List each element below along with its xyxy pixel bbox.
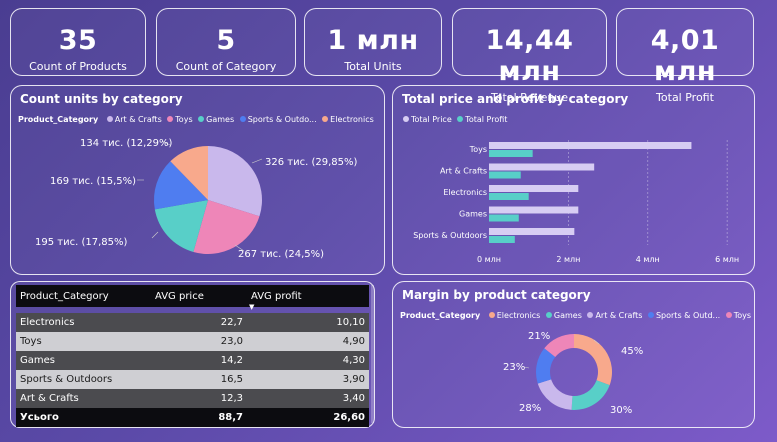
kpi-units: 1 млн Total Units: [304, 8, 442, 76]
cell-avg-price: 16,5: [220, 374, 243, 385]
kpi-profit: 4,01 млн Total Profit: [616, 8, 754, 104]
cell-avg-profit: 4,30: [342, 355, 365, 366]
kpi-value: 4,01 млн: [650, 25, 720, 87]
column-header-category[interactable]: Product_Category: [16, 291, 151, 302]
pie-data-label: 195 тис. (17,85%): [35, 237, 127, 248]
cell-avg-price: 14,2: [220, 355, 243, 366]
cell-category: Electronics: [20, 317, 75, 328]
bar-total-profit[interactable]: [489, 236, 515, 243]
cell-category: Toys: [20, 336, 42, 347]
kpi-label: Total Units: [344, 60, 402, 73]
kpi-value: 14,44 млн: [485, 25, 574, 87]
cell-avg-price: 23,0: [220, 336, 243, 347]
kpi-products: 35 Count of Products: [10, 8, 146, 76]
cell-avg-price: 22,7: [220, 317, 243, 328]
kpi-value: 1 млн: [327, 25, 419, 56]
x-tick-label: 6 млн: [715, 255, 739, 264]
donut-data-label: 30%: [610, 405, 632, 416]
y-category-label: Sports & Outdoors: [413, 231, 487, 240]
y-category-label: Games: [459, 210, 487, 219]
donut-slice[interactable]: [571, 380, 610, 410]
cell-avg-profit: 3,90: [342, 374, 365, 385]
table-row[interactable]: Games 14,2 4,30: [16, 351, 369, 370]
kpi-label: Count of Category: [175, 60, 277, 73]
cell-avg-profit: 4,90: [342, 336, 365, 347]
donut-slice[interactable]: [574, 334, 612, 386]
donut-data-label: 28%: [519, 403, 541, 414]
avg-table[interactable]: Product_Category AVG price AVG profit ▼ …: [16, 285, 369, 427]
y-category-label: Toys: [469, 145, 487, 154]
cell-category: Sports & Outdoors: [20, 374, 113, 385]
bar-chart[interactable]: Toys Art & Crafts Electronics Games Sports &…: [392, 85, 755, 275]
kpi-value: 35: [58, 25, 98, 56]
donut-data-label: 23%: [503, 362, 525, 373]
donut-data-label: 21%: [528, 331, 550, 342]
table-row[interactable]: Sports & Outdoors 16,5 3,90: [16, 370, 369, 389]
bar-total-price[interactable]: [489, 228, 575, 235]
kpi-revenue: 14,44 млн Total Revenue: [452, 8, 607, 104]
bar-total-profit[interactable]: [489, 150, 533, 157]
pie-data-label: 169 тис. (15,5%): [50, 176, 136, 187]
bar-total-profit[interactable]: [489, 171, 521, 179]
kpi-value: 5: [216, 25, 236, 56]
sort-desc-icon: ▼: [249, 302, 255, 311]
pie-chart[interactable]: 326 тис. (29,85%) 267 тис. (24,5%) 195 т…: [10, 85, 385, 275]
donut-slice[interactable]: [537, 379, 573, 410]
y-category-label: Electronics: [443, 188, 487, 197]
cell-avg-profit: 3,40: [342, 393, 365, 404]
bar-total-price[interactable]: [489, 185, 579, 192]
table-row[interactable]: Art & Crafts 12,3 3,40: [16, 389, 369, 408]
cell-category: Games: [20, 355, 55, 366]
donut-data-label: 45%: [621, 346, 643, 357]
kpi-category: 5 Count of Category: [156, 8, 296, 76]
bar-total-price[interactable]: [489, 142, 692, 149]
bar-total-price[interactable]: [489, 163, 595, 171]
cell-total-profit: 26,60: [333, 412, 365, 423]
cell-avg-price: 12,3: [220, 393, 243, 404]
bar-total-profit[interactable]: [489, 214, 519, 222]
table-total-row: Усього 88,7 26,60: [16, 408, 369, 427]
table-header: Product_Category AVG price AVG profit ▼: [16, 285, 369, 311]
cell-total-label: Усього: [20, 412, 59, 423]
pie-data-label: 134 тис. (12,29%): [80, 138, 172, 149]
column-header-avg-price[interactable]: AVG price: [151, 291, 247, 302]
donut-chart[interactable]: 45% 30% 28% 23% 21%: [392, 281, 755, 428]
cell-category: Art & Crafts: [20, 393, 79, 404]
table-scrollbar[interactable]: [371, 285, 374, 423]
cell-avg-profit: 10,10: [336, 317, 365, 328]
column-header-label: AVG profit: [251, 290, 302, 302]
x-tick-label: 0 млн: [477, 255, 501, 264]
table-row[interactable]: Electronics 22,7 10,10: [16, 313, 369, 332]
x-tick-label: 2 млн: [556, 255, 580, 264]
x-tick-label: 4 млн: [636, 255, 660, 264]
table-row[interactable]: Toys 23,0 4,90: [16, 332, 369, 351]
pie-data-label: 267 тис. (24,5%): [238, 249, 324, 260]
pie-data-label: 326 тис. (29,85%): [265, 157, 357, 168]
column-header-avg-profit[interactable]: AVG profit ▼: [247, 290, 369, 311]
y-category-label: Art & Crafts: [440, 167, 487, 176]
bar-total-price[interactable]: [489, 206, 579, 214]
bar-total-profit[interactable]: [489, 193, 529, 200]
cell-total-price: 88,7: [218, 412, 243, 423]
kpi-label: Count of Products: [29, 60, 127, 73]
